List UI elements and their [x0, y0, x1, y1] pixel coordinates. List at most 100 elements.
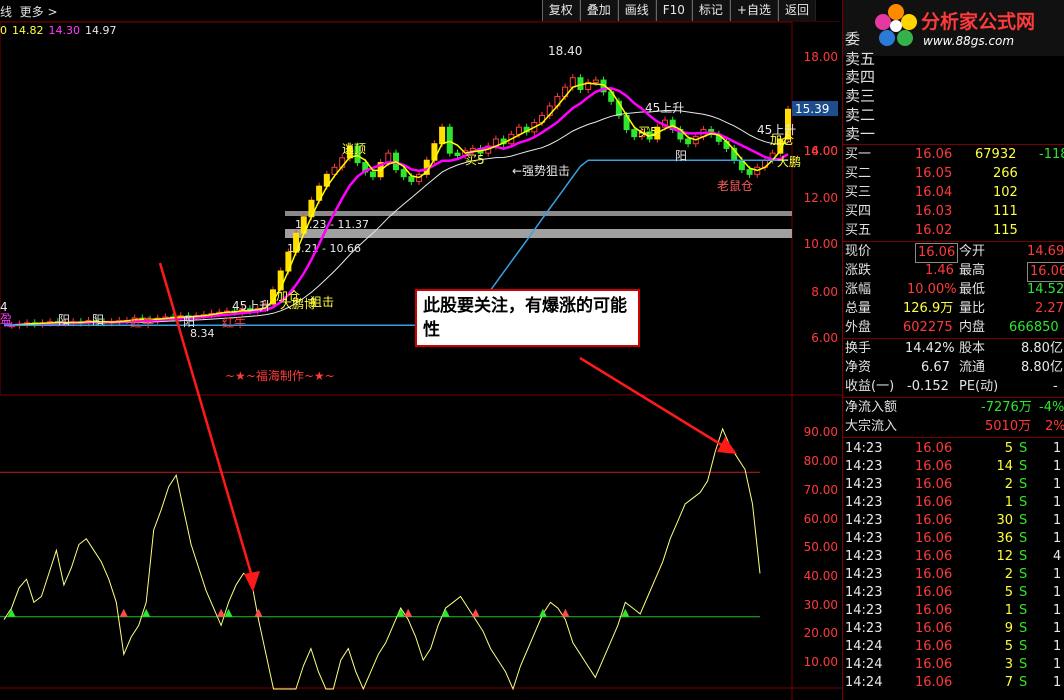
yang-label: 阳	[675, 149, 687, 163]
tick-row[interactable]: 14:23 16.06 2 S 1	[843, 476, 1064, 494]
tick-count: 1	[1053, 441, 1062, 456]
tick-side: S	[1019, 459, 1028, 474]
tick-time: 14:23	[845, 531, 883, 546]
stat-row: 总量 126.9万 量比 2.27	[843, 300, 1064, 318]
flow-value: -7276万	[981, 400, 1032, 415]
tick-row[interactable]: 14:23 16.06 36 S 1	[843, 530, 1064, 548]
tick-price: 16.06	[915, 441, 953, 456]
tick-volume: 12	[996, 549, 1013, 564]
bid-row[interactable]: 买一 16.06 67932 -118	[843, 146, 1064, 164]
tick-price: 16.06	[915, 549, 953, 564]
top-escape-label: 逃顶	[342, 142, 366, 156]
flow-percent: 2%	[1045, 419, 1064, 434]
separator	[843, 241, 1064, 242]
chart-area[interactable]: 11.23 - 11.37 10.21 - 10.66 18.00 16.00 …	[0, 0, 842, 700]
tick-time: 14:23	[845, 549, 883, 564]
stat-row: 现价 16.06 今开 14.69	[843, 243, 1064, 263]
tick-time: 14:23	[845, 621, 883, 636]
stat-value: 14.52	[1027, 282, 1064, 297]
sell-signal-marker	[254, 608, 263, 617]
fund-value: 14.42%	[905, 341, 955, 356]
tick-row[interactable]: 14:23 16.06 12 S 4	[843, 548, 1064, 566]
order-book-label: 委	[845, 30, 861, 48]
candle-body	[577, 77, 584, 91]
fund-value: 8.80亿	[1021, 360, 1063, 375]
tick-row[interactable]: 14:23 16.06 1 S 1	[843, 602, 1064, 620]
tick-row[interactable]: 14:24 16.06 5 S 1	[843, 638, 1064, 656]
tick-row[interactable]: 14:24 16.06 3 S 1	[843, 656, 1064, 674]
bid-price: 16.02	[915, 223, 953, 238]
stat-label: 今开	[959, 244, 986, 259]
tick-row[interactable]: 14:23 16.06 1 S 1	[843, 494, 1064, 512]
stat-label: 量比	[959, 301, 986, 316]
tick-count: 1	[1053, 459, 1062, 474]
bid-row[interactable]: 买二 16.05 266	[843, 165, 1064, 183]
tick-price: 16.06	[915, 585, 953, 600]
indicator-tick: 60.00	[804, 512, 838, 526]
stat-value: 16.06	[915, 243, 959, 263]
tick-time: 14:23	[845, 441, 883, 456]
bid-price: 16.05	[915, 166, 953, 181]
indicator-tick: 40.00	[804, 569, 838, 583]
tick-volume: 2	[1004, 567, 1013, 582]
tick-price: 16.06	[915, 477, 953, 492]
tick-price: 16.06	[915, 603, 953, 618]
indicator-tick: 30.00	[804, 598, 838, 612]
tick-count: 1	[1053, 477, 1062, 492]
tick-side: S	[1019, 585, 1028, 600]
tick-row[interactable]: 14:23 16.06 14 S 1	[843, 458, 1064, 476]
fund-label: 换手	[845, 341, 872, 356]
price-panel-frame	[0, 21, 793, 396]
bid-row[interactable]: 买四 16.03 111	[843, 203, 1064, 221]
bid-label: 买二	[845, 166, 872, 181]
fund-row: 净资 6.67 流通 8.80亿	[843, 359, 1064, 377]
ask3-label: 卖三	[845, 87, 876, 105]
tick-count: 1	[1053, 513, 1062, 528]
tick-row[interactable]: 14:23 16.06 2 S 1	[843, 566, 1064, 584]
bid-row[interactable]: 买三 16.04 102	[843, 184, 1064, 202]
yang-label-2: 阳	[58, 313, 70, 327]
indicator-line	[3, 427, 761, 691]
stat-value: 126.9万	[903, 301, 954, 316]
tick-price: 16.06	[915, 657, 953, 672]
tick-volume: 36	[996, 531, 1013, 546]
tick-row[interactable]: 14:23 16.06 5 S 1	[843, 440, 1064, 458]
indicator-tick: 70.00	[804, 483, 838, 497]
tick-count: 1	[1053, 675, 1062, 690]
indicator-tick: 20.00	[804, 626, 838, 640]
hit-label: 狙击	[310, 295, 334, 309]
indicator-tick: 80.00	[804, 454, 838, 468]
bid-row[interactable]: 买五 16.02 115	[843, 222, 1064, 240]
tick-row[interactable]: 14:24 16.06 7 S 1	[843, 674, 1064, 692]
flower-logo-icon	[875, 4, 917, 46]
ask1-label: 卖一	[845, 125, 876, 143]
tick-time: 14:24	[845, 657, 883, 672]
gap-band-1	[285, 211, 792, 216]
stat-label: 最高	[959, 263, 986, 278]
sell-signal-marker	[471, 608, 480, 617]
stat-row: 涨跌 1.46 最高 16.06	[843, 262, 1064, 282]
stat-row: 涨幅 10.00% 最低 14.52	[843, 281, 1064, 299]
logo-url: www.88gs.com	[923, 34, 1015, 48]
arrow-head-1	[244, 571, 260, 592]
stat-label: 涨跌	[845, 263, 872, 278]
tick-count: 1	[1053, 603, 1062, 618]
support-line	[4, 159, 788, 326]
tick-price: 16.06	[915, 639, 953, 654]
separator	[843, 397, 1064, 398]
bid-volume: 115	[993, 223, 1018, 238]
stat-label: 最低	[959, 282, 986, 297]
profit-label: 盈	[0, 312, 12, 326]
site-logo: 分析家公式网 www.88gs.com	[843, 0, 1064, 56]
stat-value: 1.46	[925, 263, 954, 278]
stat-value: 14.69	[1027, 244, 1064, 259]
tick-time: 14:24	[845, 639, 883, 654]
logo-title: 分析家公式网	[921, 11, 1036, 33]
tick-row[interactable]: 14:23 16.06 5 S 1	[843, 584, 1064, 602]
tick-time: 14:23	[845, 585, 883, 600]
bid-price: 16.04	[915, 185, 953, 200]
tick-row[interactable]: 14:23 16.06 30 S 1	[843, 512, 1064, 530]
bid-price: 16.03	[915, 204, 953, 219]
tick-row[interactable]: 14:23 16.06 9 S 1	[843, 620, 1064, 638]
bid-label: 买三	[845, 185, 872, 200]
